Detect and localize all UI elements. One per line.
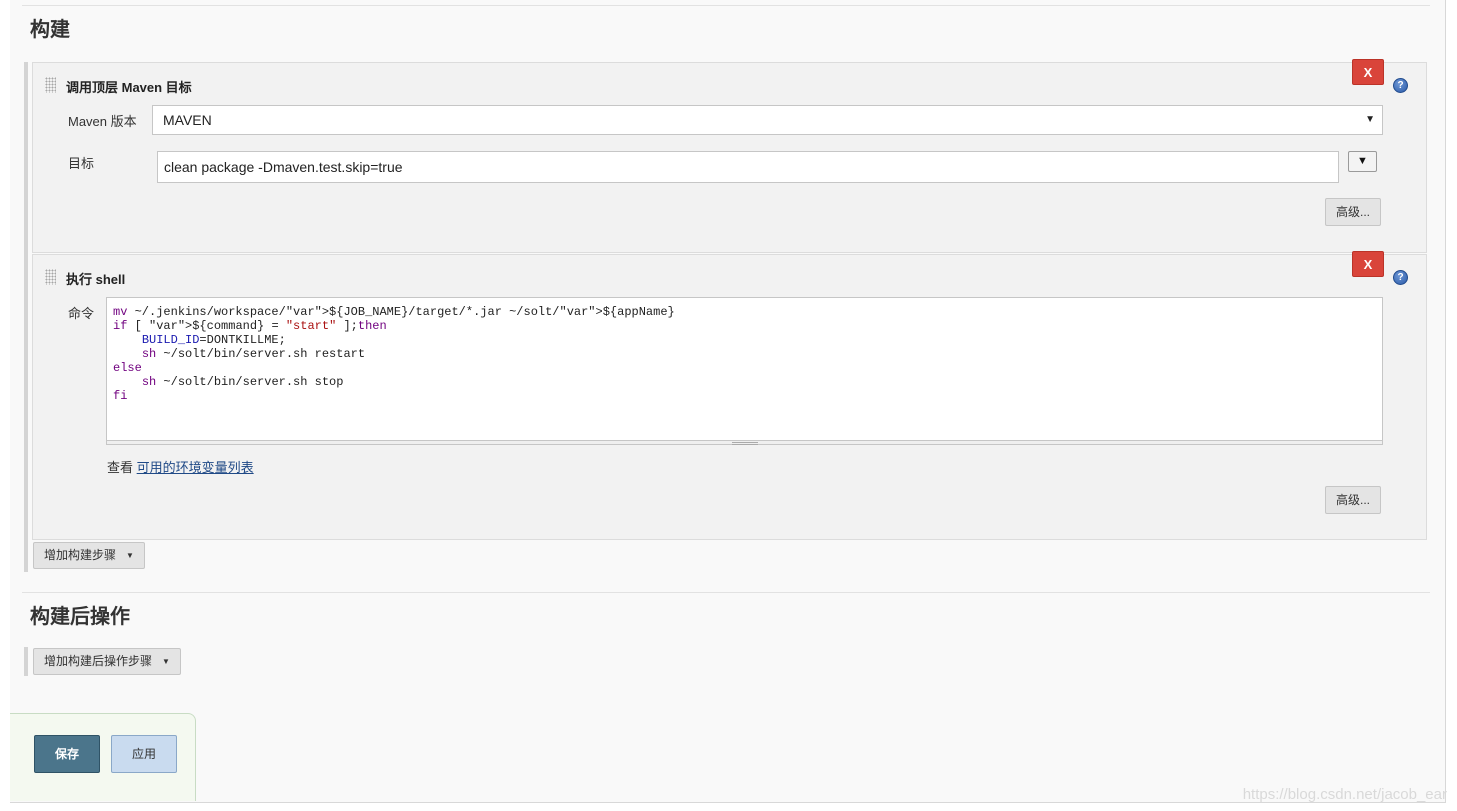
help-icon[interactable]: ? (1393, 270, 1408, 285)
drag-handle-icon[interactable] (45, 77, 56, 93)
drag-handle-icon[interactable] (45, 269, 56, 285)
add-post-build-step-button[interactable]: 增加构建后操作步骤 ▼ (33, 648, 181, 675)
add-build-step-label: 增加构建步骤 (44, 548, 117, 562)
top-divider (22, 5, 1430, 6)
save-button[interactable]: 保存 (34, 735, 100, 773)
maven-version-label: Maven 版本 (68, 114, 137, 129)
post-build-section-title: 构建后操作 (30, 606, 130, 628)
command-editor[interactable]: mv ~/.jenkins/workspace/"var">${JOB_NAME… (106, 297, 1383, 441)
env-vars-link[interactable]: 可用的环境变量列表 (137, 460, 254, 475)
delete-maven-step-button[interactable]: X (1352, 59, 1384, 85)
config-page: 构建 调用顶层 Maven 目标 X ? Maven 版本 MAVEN ▼ 目标… (10, 0, 1446, 803)
caret-down-icon: ▼ (162, 657, 170, 666)
shell-step-title: 执行 shell (66, 272, 126, 287)
bottom-button-bar: 保存 应用 (10, 713, 196, 801)
add-post-build-step-label: 增加构建后操作步骤 (44, 654, 153, 668)
caret-down-icon: ▼ (126, 551, 134, 560)
build-section-bar (24, 62, 28, 572)
help-icon[interactable]: ? (1393, 78, 1408, 93)
goals-label: 目标 (68, 156, 95, 171)
apply-button[interactable]: 应用 (111, 735, 177, 773)
build-section-title: 构建 (30, 19, 70, 41)
maven-step: 调用顶层 Maven 目标 X ? Maven 版本 MAVEN ▼ 目标 cl… (32, 59, 1427, 253)
expand-goals-button[interactable]: ▼ (1348, 151, 1377, 172)
goals-input[interactable]: clean package -Dmaven.test.skip=true (157, 151, 1339, 183)
maven-advanced-button[interactable]: 高级... (1325, 198, 1381, 226)
shell-step: 执行 shell X ? 命令 mv ~/.jenkins/workspace/… (32, 251, 1427, 540)
add-build-step-button[interactable]: 增加构建步骤 ▼ (33, 542, 145, 569)
watermark: https://blog.csdn.net/jacob_ear (1242, 786, 1447, 803)
post-build-section-bar (24, 647, 28, 676)
maven-version-select[interactable]: MAVEN ▼ (152, 105, 1383, 135)
shell-advanced-button[interactable]: 高级... (1325, 486, 1381, 514)
command-label: 命令 (68, 306, 95, 321)
maven-version-value: MAVEN (163, 112, 212, 128)
resize-grip-icon[interactable] (106, 440, 1383, 445)
section-divider (22, 592, 1430, 593)
chevron-down-icon: ▼ (1365, 114, 1375, 125)
view-prefix: 查看 (107, 460, 134, 475)
env-vars-line: 查看 可用的环境变量列表 (107, 457, 254, 476)
delete-shell-step-button[interactable]: X (1352, 251, 1384, 277)
maven-step-title: 调用顶层 Maven 目标 (66, 80, 192, 95)
